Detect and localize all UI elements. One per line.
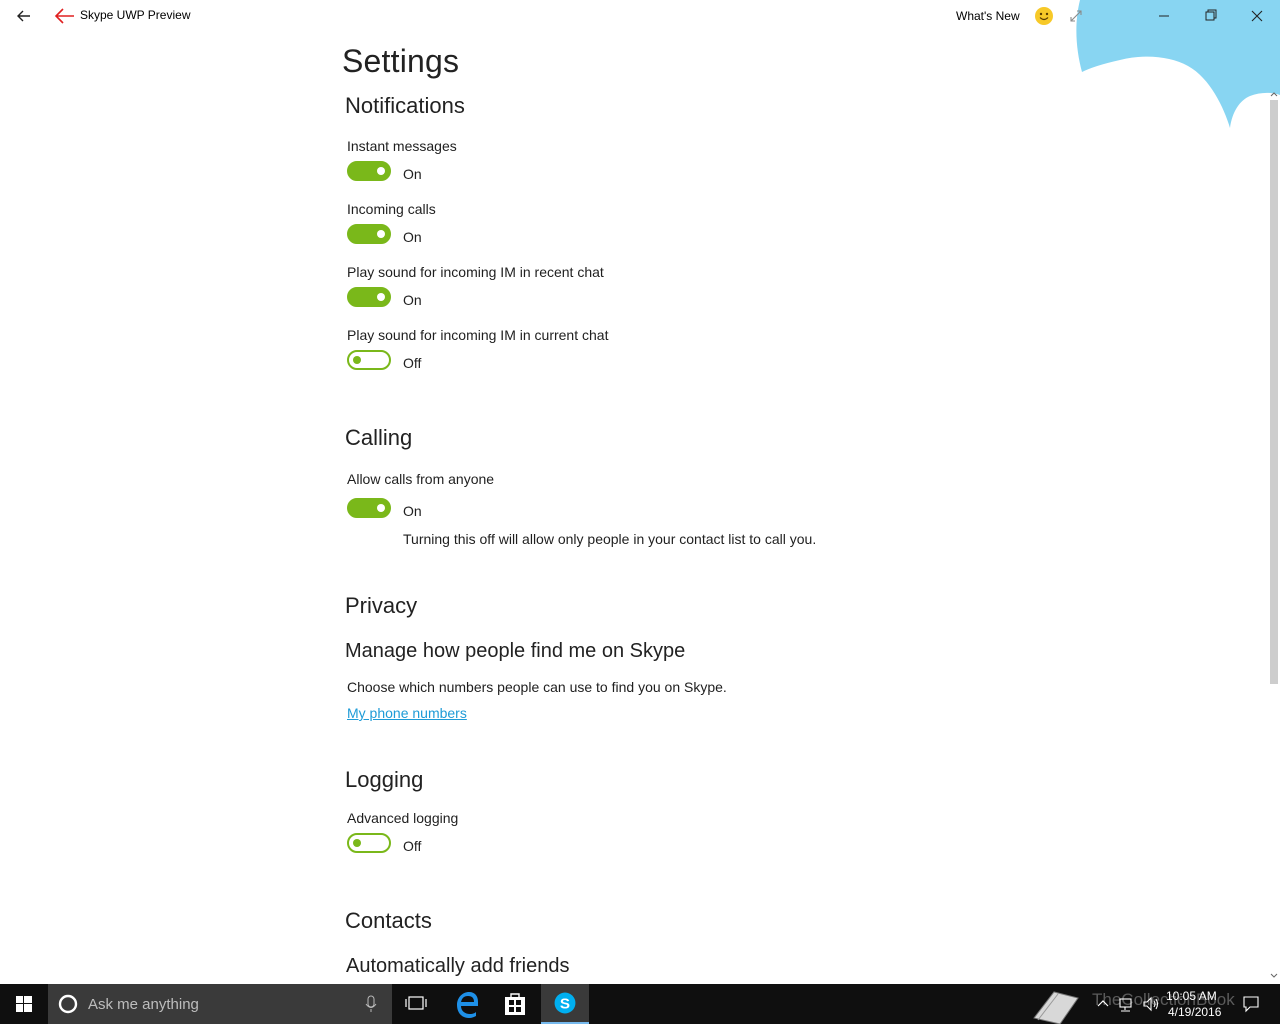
- setting-label-allow-calls: Allow calls from anyone: [347, 471, 495, 487]
- toggle-knob: [377, 293, 385, 301]
- toggle-knob: [353, 839, 361, 847]
- toggle-state-incoming-calls: On: [403, 229, 422, 245]
- toggle-allow-calls[interactable]: [347, 498, 391, 518]
- privacy-description: Choose which numbers people can use to f…: [347, 679, 727, 695]
- toggle-state-allow-calls: On: [403, 503, 422, 519]
- toggle-knob: [377, 230, 385, 238]
- taskbar: Ask me anything S TheCollectionBook 10:0…: [0, 984, 1280, 1024]
- setting-label-sound-recent-chat: Play sound for incoming IM in recent cha…: [347, 264, 604, 280]
- search-placeholder: Ask me anything: [88, 996, 199, 1013]
- cortana-icon: [58, 994, 78, 1014]
- allow-calls-note: Turning this off will allow only people …: [403, 531, 817, 547]
- toggle-state-advanced-logging: Off: [403, 838, 422, 854]
- task-view-icon[interactable]: [392, 984, 440, 1024]
- page-title: Settings: [342, 43, 460, 79]
- toggle-state-instant-messages: On: [403, 166, 422, 182]
- toggle-sound-recent-chat[interactable]: [347, 287, 391, 307]
- setting-label-instant-messages: Instant messages: [347, 138, 457, 154]
- cortana-search-box[interactable]: Ask me anything: [48, 984, 392, 1024]
- toggle-knob: [377, 504, 385, 512]
- volume-icon[interactable]: [1142, 994, 1160, 1014]
- contacts-subheading: Automatically add friends: [346, 955, 570, 977]
- notifications-heading: Notifications: [345, 93, 465, 118]
- edge-browser-icon[interactable]: [443, 984, 491, 1024]
- clock-date[interactable]: 4/19/2016: [1168, 1005, 1221, 1019]
- toggle-state-sound-current-chat: Off: [403, 355, 422, 371]
- privacy-subheading: Manage how people find me on Skype: [345, 640, 686, 662]
- toggle-instant-messages[interactable]: [347, 161, 391, 181]
- store-icon[interactable]: [491, 984, 539, 1024]
- show-hidden-icons-icon[interactable]: [1094, 994, 1112, 1014]
- windows-start-icon[interactable]: [0, 984, 48, 1024]
- toggle-knob: [377, 167, 385, 175]
- calling-heading: Calling: [345, 425, 413, 450]
- setting-label-advanced-logging: Advanced logging: [347, 810, 459, 826]
- my-phone-numbers-link[interactable]: My phone numbers: [347, 705, 467, 721]
- settings-page: Settings Notifications Instant messages …: [0, 0, 1266, 984]
- scrollbar[interactable]: [1268, 88, 1280, 984]
- scroll-thumb[interactable]: [1270, 100, 1278, 684]
- toggle-knob: [353, 356, 361, 364]
- logging-heading: Logging: [345, 767, 424, 792]
- setting-label-incoming-calls: Incoming calls: [347, 201, 436, 217]
- action-center-icon[interactable]: [1242, 994, 1260, 1014]
- network-icon[interactable]: [1118, 994, 1136, 1014]
- microphone-icon[interactable]: [364, 994, 378, 1014]
- scroll-down-icon[interactable]: [1268, 970, 1280, 982]
- privacy-heading: Privacy: [345, 593, 418, 618]
- svg-text:S: S: [560, 996, 570, 1013]
- scroll-up-icon[interactable]: [1268, 88, 1280, 100]
- toggle-incoming-calls[interactable]: [347, 224, 391, 244]
- toggle-sound-current-chat[interactable]: [347, 350, 391, 370]
- toggle-advanced-logging[interactable]: [347, 833, 391, 853]
- toggle-state-sound-recent-chat: On: [403, 292, 422, 308]
- skype-taskbar-icon[interactable]: S: [541, 984, 589, 1024]
- clock-time[interactable]: 10:05 AM: [1166, 989, 1217, 1003]
- contacts-heading: Contacts: [345, 908, 432, 933]
- setting-label-sound-current-chat: Play sound for incoming IM in current ch…: [347, 327, 609, 343]
